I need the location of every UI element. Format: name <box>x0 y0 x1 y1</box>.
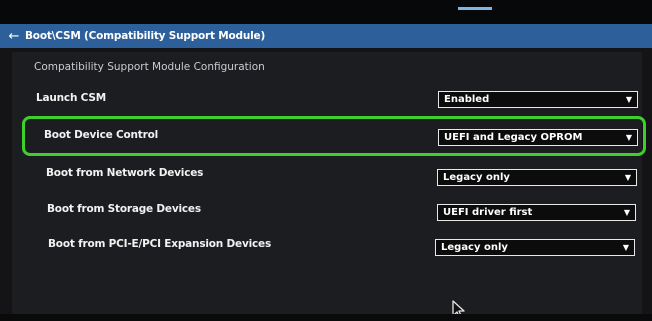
network-devices-value: Legacy only <box>443 172 510 183</box>
active-tab-indicator <box>458 7 492 10</box>
breadcrumb-path: Boot\CSM (Compatibility Support Module) <box>25 30 266 42</box>
setting-label-launch-csm: Launch CSM <box>36 92 106 104</box>
bottom-strip <box>0 314 652 321</box>
bios-screen: ← Boot\CSM (Compatibility Support Module… <box>0 0 652 321</box>
boot-device-control-value: UEFI and Legacy OPROM <box>444 132 583 143</box>
setting-label-pci-expansion-devices: Boot from PCI-E/PCI Expansion Devices <box>48 238 271 250</box>
setting-label-boot-device-control: Boot Device Control <box>44 129 158 141</box>
pci-expansion-devices-value: Legacy only <box>441 242 508 253</box>
section-title: Compatibility Support Module Configurati… <box>34 61 265 73</box>
setting-label-storage-devices: Boot from Storage Devices <box>47 203 201 215</box>
network-devices-select[interactable]: Legacy only ▼ <box>437 169 637 186</box>
back-arrow-icon[interactable]: ← <box>6 29 22 44</box>
chevron-down-icon: ▼ <box>623 208 630 217</box>
boot-device-control-select[interactable]: UEFI and Legacy OPROM ▼ <box>438 129 638 146</box>
chevron-down-icon: ▼ <box>625 95 632 104</box>
setting-label-network-devices: Boot from Network Devices <box>46 167 204 179</box>
chevron-down-icon: ▼ <box>624 173 631 182</box>
launch-csm-value: Enabled <box>444 94 490 105</box>
chevron-down-icon: ▼ <box>625 133 632 142</box>
top-strip <box>0 0 652 24</box>
pci-expansion-devices-select[interactable]: Legacy only ▼ <box>435 239 635 256</box>
storage-devices-select[interactable]: UEFI driver first ▼ <box>437 204 636 221</box>
breadcrumb: ← Boot\CSM (Compatibility Support Module… <box>0 24 652 48</box>
launch-csm-select[interactable]: Enabled ▼ <box>438 91 638 108</box>
storage-devices-value: UEFI driver first <box>443 207 533 218</box>
chevron-down-icon: ▼ <box>622 243 629 252</box>
